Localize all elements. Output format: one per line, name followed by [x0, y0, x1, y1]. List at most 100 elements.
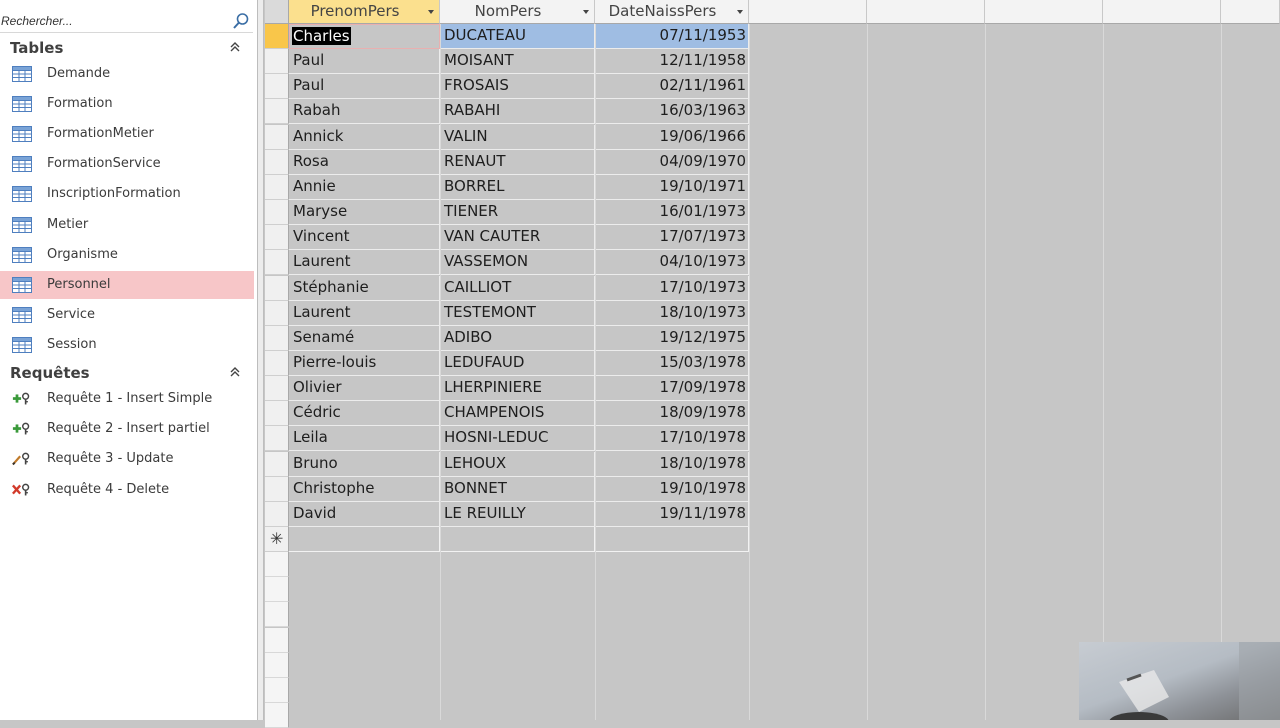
- cell-datenaisspers[interactable]: 16/03/1963: [595, 99, 749, 125]
- cell-nompers[interactable]: VASSEMON: [440, 250, 595, 276]
- chevron-collapse-icon[interactable]: [229, 41, 241, 53]
- cell-datenaisspers[interactable]: 19/06/1966: [595, 124, 749, 150]
- cell-datenaisspers[interactable]: 17/10/1973: [595, 275, 749, 301]
- record-selector[interactable]: [265, 401, 289, 427]
- record-selector[interactable]: [265, 426, 289, 452]
- new-record-cell[interactable]: [440, 527, 595, 552]
- nav-table-formationservice[interactable]: FormationService: [0, 150, 254, 178]
- cell-nompers[interactable]: CAILLIOT: [440, 275, 595, 301]
- sort-filter-dropdown-icon[interactable]: [583, 10, 589, 14]
- record-selector[interactable]: [265, 376, 289, 402]
- cell-datenaisspers[interactable]: 18/10/1978: [595, 451, 749, 477]
- cell-nompers[interactable]: DUCATEAU: [440, 24, 595, 49]
- record-selector[interactable]: [265, 300, 289, 326]
- cell-prenompers[interactable]: Laurent: [289, 250, 440, 276]
- cell-nompers[interactable]: LEDUFAUD: [440, 350, 595, 376]
- cell-prenompers[interactable]: Pierre-louis: [289, 350, 440, 376]
- cell-nompers[interactable]: VALIN: [440, 124, 595, 150]
- record-selector[interactable]: [265, 99, 289, 125]
- record-selector[interactable]: [265, 24, 289, 49]
- record-selector[interactable]: [265, 501, 289, 527]
- record-selector[interactable]: [265, 225, 289, 251]
- cell-prenompers[interactable]: Paul: [289, 74, 440, 100]
- nav-table-demande[interactable]: Demande: [0, 60, 254, 88]
- cell-prenompers[interactable]: Bruno: [289, 451, 440, 477]
- cell-datenaisspers[interactable]: 16/01/1973: [595, 200, 749, 226]
- search-input[interactable]: [1, 12, 227, 30]
- cell-nompers[interactable]: BONNET: [440, 476, 595, 502]
- column-header-prenompers[interactable]: PrenomPers: [289, 0, 440, 24]
- cell-prenompers[interactable]: Leila: [289, 426, 440, 452]
- cell-datenaisspers[interactable]: 02/11/1961: [595, 74, 749, 100]
- chevron-collapse-icon[interactable]: [229, 366, 241, 378]
- record-selector[interactable]: [265, 350, 289, 376]
- nav-table-organisme[interactable]: Organisme: [0, 241, 254, 269]
- cell-datenaisspers[interactable]: 12/11/1958: [595, 49, 749, 75]
- nav-table-inscriptionformation[interactable]: InscriptionFormation: [0, 180, 254, 208]
- nav-table-service[interactable]: Service: [0, 301, 254, 329]
- cell-prenompers[interactable]: Charles: [289, 24, 440, 49]
- nav-table-personnel[interactable]: Personnel: [0, 270, 254, 299]
- record-selector[interactable]: [265, 476, 289, 502]
- cell-datenaisspers[interactable]: 17/10/1978: [595, 426, 749, 452]
- cell-nompers[interactable]: RABAHI: [440, 99, 595, 125]
- cell-datenaisspers[interactable]: 15/03/1978: [595, 350, 749, 376]
- cell-prenompers[interactable]: Rabah: [289, 99, 440, 125]
- column-header-nompers[interactable]: NomPers: [440, 0, 595, 24]
- sort-filter-dropdown-icon[interactable]: [737, 10, 743, 14]
- cell-prenompers[interactable]: Christophe: [289, 476, 440, 502]
- select-all-corner[interactable]: [265, 0, 289, 24]
- record-selector[interactable]: [265, 149, 289, 175]
- cell-prenompers[interactable]: Laurent: [289, 300, 440, 326]
- search-icon[interactable]: [232, 12, 250, 30]
- cell-datenaisspers[interactable]: 19/11/1978: [595, 501, 749, 527]
- cell-datenaisspers[interactable]: 17/07/1973: [595, 225, 749, 251]
- pane-splitter[interactable]: [257, 0, 264, 720]
- cell-nompers[interactable]: CHAMPENOIS: [440, 401, 595, 427]
- cell-prenompers[interactable]: Annick: [289, 124, 440, 150]
- cell-prenompers[interactable]: Rosa: [289, 149, 440, 175]
- cell-datenaisspers[interactable]: 18/09/1978: [595, 401, 749, 427]
- cell-datenaisspers[interactable]: 18/10/1973: [595, 300, 749, 326]
- nav-query-3[interactable]: Requête 3 - Update: [0, 445, 254, 473]
- new-record-cell[interactable]: [289, 527, 440, 552]
- nav-table-formationmetier[interactable]: FormationMetier: [0, 120, 254, 148]
- cell-prenompers[interactable]: Annie: [289, 174, 440, 200]
- cell-nompers[interactable]: MOISANT: [440, 49, 595, 75]
- cell-datenaisspers[interactable]: 04/09/1970: [595, 149, 749, 175]
- cell-nompers[interactable]: LE REUILLY: [440, 501, 595, 527]
- nav-table-session[interactable]: Session: [0, 331, 254, 359]
- cell-prenompers[interactable]: Stéphanie: [289, 275, 440, 301]
- nav-query-1[interactable]: Requête 1 - Insert Simple: [0, 385, 254, 413]
- cell-nompers[interactable]: RENAUT: [440, 149, 595, 175]
- cell-nompers[interactable]: FROSAIS: [440, 74, 595, 100]
- nav-table-metier[interactable]: Metier: [0, 211, 254, 239]
- new-record-selector[interactable]: ✳: [265, 527, 289, 552]
- cell-prenompers[interactable]: Olivier: [289, 376, 440, 402]
- record-selector[interactable]: [265, 325, 289, 351]
- record-selector[interactable]: [265, 174, 289, 200]
- record-selector[interactable]: [265, 200, 289, 226]
- cell-nompers[interactable]: BORREL: [440, 174, 595, 200]
- group-header-tables[interactable]: Tables: [0, 36, 253, 60]
- cell-datenaisspers[interactable]: 04/10/1973: [595, 250, 749, 276]
- sort-filter-dropdown-icon[interactable]: [428, 10, 434, 14]
- cell-nompers[interactable]: VAN CAUTER: [440, 225, 595, 251]
- nav-query-2[interactable]: Requête 2 - Insert partiel: [0, 415, 254, 443]
- record-selector[interactable]: [265, 124, 289, 150]
- cell-datenaisspers[interactable]: 19/10/1971: [595, 174, 749, 200]
- cell-nompers[interactable]: TESTEMONT: [440, 300, 595, 326]
- cell-datenaisspers[interactable]: 17/09/1978: [595, 376, 749, 402]
- record-selector[interactable]: [265, 250, 289, 276]
- record-selector[interactable]: [265, 275, 289, 301]
- cell-nompers[interactable]: LHERPINIERE: [440, 376, 595, 402]
- cell-prenompers[interactable]: Vincent: [289, 225, 440, 251]
- cell-prenompers[interactable]: Cédric: [289, 401, 440, 427]
- nav-query-4[interactable]: Requête 4 - Delete: [0, 476, 254, 504]
- cell-prenompers[interactable]: Maryse: [289, 200, 440, 226]
- column-header-datenaisspers[interactable]: DateNaissPers: [595, 0, 749, 24]
- cell-nompers[interactable]: LEHOUX: [440, 451, 595, 477]
- nav-table-formation[interactable]: Formation: [0, 90, 254, 118]
- cell-prenompers[interactable]: David: [289, 501, 440, 527]
- cell-datenaisspers[interactable]: 19/10/1978: [595, 476, 749, 502]
